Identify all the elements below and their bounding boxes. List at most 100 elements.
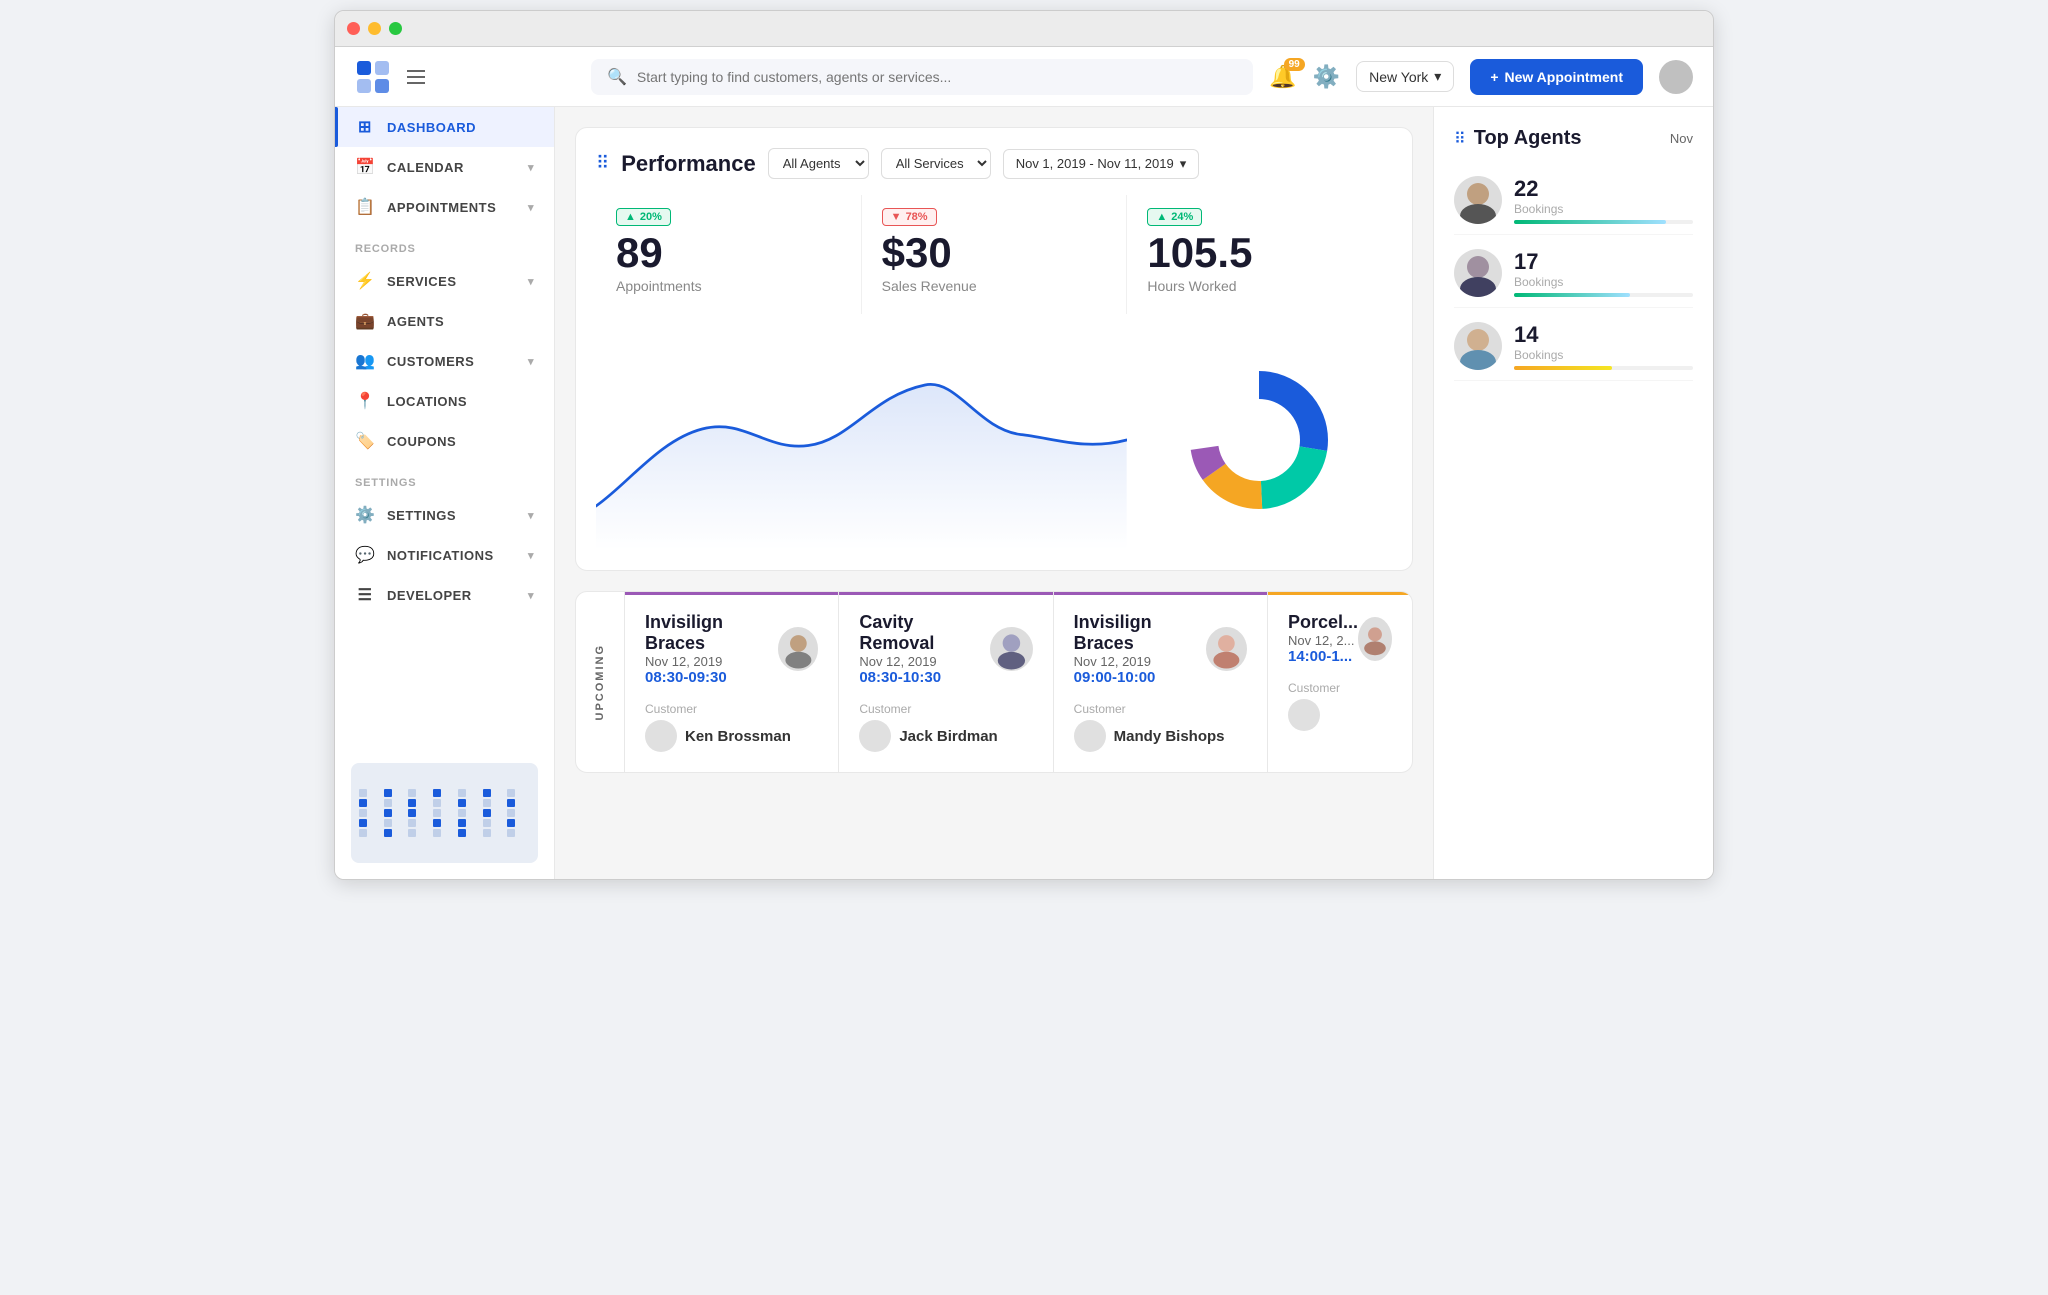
top-agents-icon: ⠿	[1454, 129, 1466, 149]
dashboard-icon: ⊞	[355, 117, 375, 137]
sidebar-item-label-calendar: Calendar	[387, 160, 464, 175]
appt-agent-row-4: Porcel... Nov 12, 2... 14:00-1...	[1288, 612, 1392, 665]
sidebar-item-locations[interactable]: 📍 Locations	[335, 381, 554, 421]
stats-row: ▲ 20% 89 Appointments ▼ 78%	[596, 195, 1392, 314]
appt-border-2	[839, 592, 1052, 595]
upcoming-label: Upcoming	[594, 644, 606, 721]
agent-bookings-count-2: 17	[1514, 249, 1693, 275]
sidebar-item-notifications[interactable]: 💬 Notifications ▾	[335, 535, 554, 575]
sidebar-item-developer[interactable]: ☰ Developer ▾	[335, 575, 554, 615]
services-filter-select[interactable]: All Services	[881, 148, 991, 179]
hamburger-button[interactable]	[403, 66, 429, 88]
down-arrow-icon: ▼	[891, 211, 902, 223]
top-agents-title: Top Agents	[1474, 127, 1582, 150]
customers-icon: 👥	[355, 351, 375, 371]
agent-avatar-3	[1454, 322, 1502, 370]
close-button[interactable]	[347, 22, 360, 35]
logo-area	[355, 59, 575, 95]
app-window: 🔍 🔔 99 ⚙️ New York ▾ + New Appointment	[334, 10, 1714, 880]
agent-info-1: 22 Bookings	[1514, 176, 1693, 224]
appt-customer-section-3: Customer Mandy Bishops	[1074, 702, 1247, 752]
top-agents-filter[interactable]: Nov	[1670, 131, 1693, 146]
appointments-grid: Invisilign Braces Nov 12, 2019 08:30-09:…	[625, 591, 1413, 773]
date-range-button[interactable]: Nov 1, 2019 - Nov 11, 2019 ▾	[1003, 149, 1200, 179]
chevron-down-icon: ▾	[1180, 156, 1187, 172]
search-input[interactable]	[637, 69, 1237, 85]
sidebar-item-agents[interactable]: 💼 Agents	[335, 301, 554, 341]
dashboard-area: ⠿ Performance All Agents All Services No…	[555, 107, 1433, 879]
appt-customer-row-4	[1288, 699, 1392, 731]
services-icon: ⚡	[355, 271, 375, 291]
new-appointment-button[interactable]: + New Appointment	[1470, 59, 1643, 95]
sidebar-bottom	[335, 747, 554, 879]
appt-agent-avatar-2	[990, 627, 1033, 671]
appt-service-1: Invisilign Braces	[645, 612, 778, 654]
agent-info-3: 14 Bookings	[1514, 322, 1693, 370]
sidebar-item-settings[interactable]: ⚙️ Settings ▾	[335, 495, 554, 535]
chevron-down-icon: ▾	[528, 355, 534, 368]
locations-icon: 📍	[355, 391, 375, 411]
appt-date-1: Nov 12, 2019	[645, 654, 778, 669]
donut-chart	[1127, 330, 1392, 550]
records-section-label: Records	[335, 227, 554, 261]
performance-title-icon: ⠿	[596, 153, 609, 174]
appointment-card-2: Cavity Removal Nov 12, 2019 08:30-10:30 …	[839, 591, 1053, 773]
appt-agent-row-3: Invisilign Braces Nov 12, 2019 09:00-10:…	[1074, 612, 1247, 686]
sidebar-item-coupons[interactable]: 🏷️ Coupons	[335, 421, 554, 461]
chevron-down-icon: ▾	[1434, 68, 1441, 85]
chevron-down-icon: ▾	[528, 589, 534, 602]
header-right: 🔔 99 ⚙️ New York ▾ + New Appointment	[1269, 59, 1693, 95]
location-selector[interactable]: New York ▾	[1356, 61, 1454, 92]
sidebar-item-appointments[interactable]: 📋 Appointments ▾	[335, 187, 554, 227]
user-avatar[interactable]	[1659, 60, 1693, 94]
agent-bar-container-2	[1514, 293, 1693, 297]
appt-customer-section-4: Customer	[1288, 681, 1392, 731]
sidebar-item-services[interactable]: ⚡ Services ▾	[335, 261, 554, 301]
revenue-stat: ▼ 78% $30 Sales Revenue	[862, 195, 1128, 314]
settings-icon: ⚙️	[355, 505, 375, 525]
new-appointment-label: New Appointment	[1505, 69, 1623, 85]
notification-button[interactable]: 🔔 99	[1269, 64, 1296, 90]
up-arrow-icon: ▲	[1156, 211, 1167, 223]
appt-service-2: Cavity Removal	[859, 612, 990, 654]
agent-bar-container-1	[1514, 220, 1693, 224]
agent-bar-container-3	[1514, 366, 1693, 370]
performance-card: ⠿ Performance All Agents All Services No…	[575, 127, 1413, 571]
sidebar-item-label-coupons: Coupons	[387, 434, 456, 449]
sidebar-item-customers[interactable]: 👥 Customers ▾	[335, 341, 554, 381]
chevron-down-icon: ▾	[528, 275, 534, 288]
app-container: 🔍 🔔 99 ⚙️ New York ▾ + New Appointment	[335, 47, 1713, 879]
appt-time-3: 09:00-10:00	[1074, 669, 1207, 686]
maximize-button[interactable]	[389, 22, 402, 35]
revenue-label: Sales Revenue	[882, 278, 1107, 294]
appt-customer-name-2: Jack Birdman	[899, 728, 997, 745]
revenue-badge-value: 78%	[906, 211, 928, 223]
appt-agent-avatar-4	[1358, 617, 1392, 661]
chevron-down-icon: ▾	[528, 509, 534, 522]
line-chart	[596, 330, 1127, 550]
plus-icon: +	[1490, 69, 1498, 85]
sidebar-item-dashboard[interactable]: ⊞ Dashboard	[335, 107, 554, 147]
appt-customer-avatar-4	[1288, 699, 1320, 731]
appt-customer-label-1: Customer	[645, 702, 818, 716]
appt-time-4: 14:00-1...	[1288, 648, 1358, 665]
sidebar-item-calendar[interactable]: 📅 Calendar ▾	[335, 147, 554, 187]
appointment-card-3: Invisilign Braces Nov 12, 2019 09:00-10:…	[1054, 591, 1268, 773]
appointments-label: Appointments	[616, 278, 841, 294]
top-agents-panel: ⠿ Top Agents Nov 22 Bookings	[1433, 107, 1713, 879]
appt-customer-row-2: Jack Birdman	[859, 720, 1032, 752]
appt-customer-section-2: Customer Jack Birdman	[859, 702, 1032, 752]
sidebar-item-label-appointments: Appointments	[387, 200, 496, 215]
logo-icon	[355, 59, 391, 95]
sidebar-item-label-customers: Customers	[387, 354, 474, 369]
appt-date-3: Nov 12, 2019	[1074, 654, 1207, 669]
appt-date-2: Nov 12, 2019	[859, 654, 990, 669]
appt-agent-avatar-3	[1206, 627, 1247, 671]
calendar-icon: 📅	[355, 157, 375, 177]
performance-card-header: ⠿ Performance All Agents All Services No…	[596, 148, 1392, 179]
hours-stat: ▲ 24% 105.5 Hours Worked	[1127, 195, 1392, 314]
appt-agent-row-2: Cavity Removal Nov 12, 2019 08:30-10:30	[859, 612, 1032, 686]
settings-gear-icon[interactable]: ⚙️	[1313, 64, 1340, 90]
agents-filter-select[interactable]: All Agents	[768, 148, 869, 179]
minimize-button[interactable]	[368, 22, 381, 35]
